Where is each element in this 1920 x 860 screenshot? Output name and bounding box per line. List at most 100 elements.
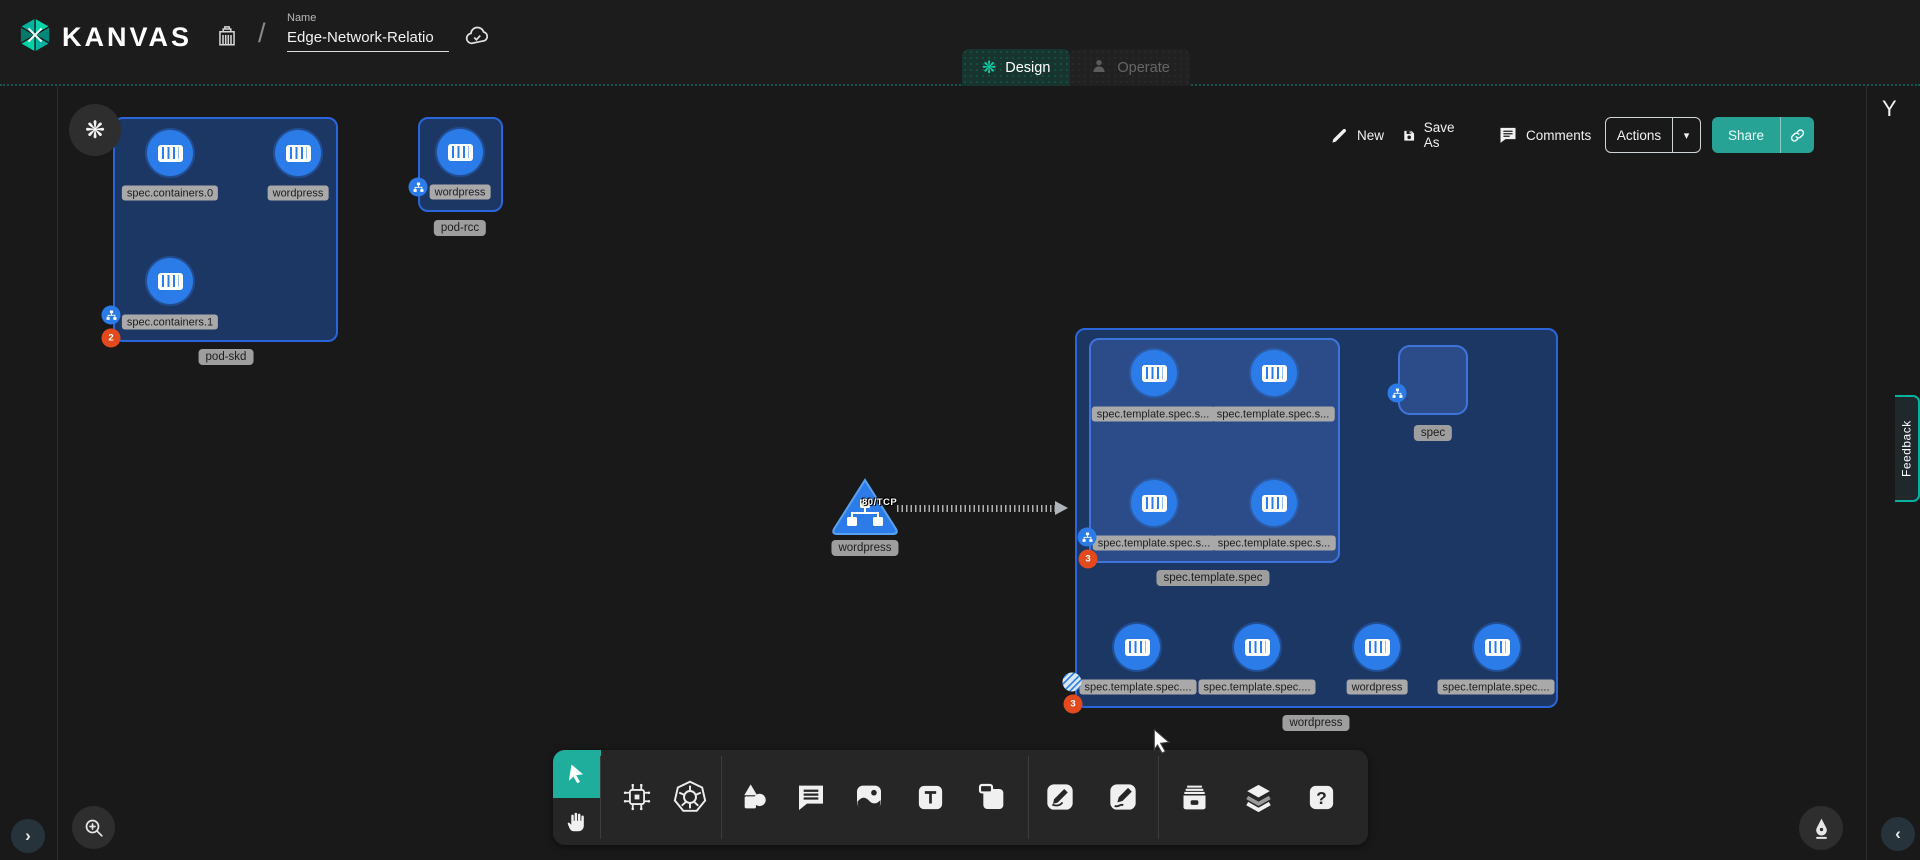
copy-link-icon[interactable] bbox=[1780, 117, 1814, 153]
node-label: wordpress bbox=[831, 540, 898, 556]
text-icon bbox=[915, 782, 946, 813]
actions-button[interactable]: Actions ▾ bbox=[1605, 117, 1701, 153]
select-tool-button[interactable] bbox=[553, 750, 601, 798]
kanvas-logo[interactable]: KANVAS bbox=[16, 16, 192, 59]
error-count-badge[interactable]: 2 bbox=[102, 329, 121, 348]
error-count-badge[interactable]: 3 bbox=[1079, 550, 1098, 569]
zoom-button[interactable] bbox=[72, 806, 115, 849]
actions-dropdown-caret[interactable]: ▾ bbox=[1672, 118, 1700, 152]
container-icon bbox=[286, 145, 311, 162]
right-strip-logo: Y bbox=[1882, 96, 1897, 122]
help-icon: ? bbox=[1306, 782, 1337, 813]
sketch-tool-button[interactable] bbox=[1099, 773, 1147, 821]
toolbar-divider bbox=[721, 756, 722, 839]
container-icon bbox=[1485, 639, 1510, 656]
container-icon bbox=[1142, 495, 1167, 512]
design-name-field[interactable]: Name Edge-Network-Relatio bbox=[287, 12, 449, 52]
node-label: spec.template.spec.s... bbox=[1093, 536, 1216, 551]
container-icon bbox=[1365, 639, 1390, 656]
help-tool-button[interactable]: ? bbox=[1297, 773, 1345, 821]
share-label: Share bbox=[1712, 128, 1780, 143]
error-count-badge[interactable]: 3 bbox=[1064, 695, 1083, 714]
container-node[interactable] bbox=[1251, 350, 1297, 396]
node-label: wordpress bbox=[268, 186, 329, 201]
drawing-mode-button[interactable] bbox=[1799, 806, 1843, 850]
container-icon bbox=[1262, 365, 1287, 382]
pod-relationship-badge[interactable] bbox=[102, 306, 121, 325]
shapes-tool-button[interactable] bbox=[730, 773, 778, 821]
floppy-icon bbox=[1402, 126, 1416, 145]
node-label: spec.template.spec.... bbox=[1438, 680, 1555, 695]
layers-tool-button[interactable] bbox=[1234, 773, 1282, 821]
container-node[interactable] bbox=[1234, 624, 1280, 670]
breadcrumb-separator: / bbox=[258, 18, 266, 49]
pen-tool-button[interactable] bbox=[1036, 773, 1084, 821]
service-edge bbox=[897, 505, 1057, 512]
drawer-icon bbox=[1178, 781, 1211, 814]
tab-design[interactable]: ❋ Design bbox=[962, 49, 1070, 86]
comment-icon bbox=[795, 781, 827, 813]
container-node[interactable] bbox=[437, 129, 483, 175]
container-node[interactable] bbox=[1131, 480, 1177, 526]
feedback-tab[interactable]: Feedback bbox=[1895, 395, 1920, 502]
container-icon bbox=[158, 145, 183, 162]
text-tool-button[interactable] bbox=[906, 773, 954, 821]
image-tool-button[interactable] bbox=[845, 773, 893, 821]
new-button[interactable]: New bbox=[1330, 117, 1384, 153]
container-node[interactable] bbox=[1114, 624, 1160, 670]
chip-icon bbox=[620, 780, 654, 814]
kubernetes-tool-button[interactable] bbox=[666, 773, 714, 821]
toolbar-divider bbox=[1028, 756, 1029, 839]
magnifier-plus-icon bbox=[82, 816, 106, 840]
design-name-label: Name bbox=[287, 12, 449, 24]
container-node[interactable] bbox=[275, 130, 321, 176]
container-node[interactable] bbox=[1131, 350, 1177, 396]
component-tool-button[interactable] bbox=[613, 773, 661, 821]
shapes-icon bbox=[738, 781, 770, 813]
container-node[interactable] bbox=[1354, 624, 1400, 670]
edge-port-label: 80/TCP bbox=[862, 497, 897, 508]
new-label: New bbox=[1357, 128, 1384, 143]
pan-tool-button[interactable] bbox=[553, 798, 601, 845]
pod-relationship-badge[interactable] bbox=[1078, 528, 1097, 547]
kanvas-app: KANVAS / Name Edge-Network-Relatio ❋ Des… bbox=[0, 0, 1920, 860]
node-label: spec.containers.1 bbox=[122, 315, 218, 330]
hand-icon bbox=[564, 809, 590, 835]
save-as-button[interactable]: Save As bbox=[1402, 117, 1460, 153]
comment-tool-button[interactable] bbox=[787, 773, 835, 821]
service-node[interactable] bbox=[830, 477, 900, 542]
deployment-relationship-badge[interactable] bbox=[1063, 673, 1082, 692]
tab-operate-label: Operate bbox=[1117, 60, 1169, 76]
cloud-sync-icon[interactable] bbox=[462, 22, 492, 55]
comments-label: Comments bbox=[1526, 128, 1591, 143]
container-node[interactable] bbox=[147, 130, 193, 176]
pod-relationship-badge[interactable] bbox=[409, 178, 428, 197]
container-icon bbox=[1125, 639, 1150, 656]
expand-right-panel-button[interactable]: ‹ bbox=[1881, 817, 1915, 851]
container-node[interactable] bbox=[1251, 480, 1297, 526]
canvas-toolbar: ? bbox=[553, 750, 1368, 845]
logo-text: KANVAS bbox=[62, 22, 192, 53]
pod-relationship-badge[interactable] bbox=[1388, 384, 1407, 403]
template-spec-group[interactable] bbox=[1089, 338, 1340, 563]
share-button[interactable]: Share bbox=[1712, 117, 1814, 153]
tab-operate[interactable]: Operate bbox=[1070, 49, 1189, 86]
pen-icon bbox=[1044, 781, 1076, 813]
meshery-spiral-button[interactable]: ❋ bbox=[69, 104, 121, 156]
header: KANVAS / Name Edge-Network-Relatio ❋ Des… bbox=[0, 0, 1920, 86]
chevron-left-icon: ‹ bbox=[1895, 824, 1901, 844]
image-icon bbox=[853, 781, 885, 813]
container-node[interactable] bbox=[147, 258, 193, 304]
container-node[interactable] bbox=[1474, 624, 1520, 670]
organization-building-icon[interactable] bbox=[214, 22, 240, 53]
container-icon bbox=[1262, 495, 1287, 512]
spec-node[interactable] bbox=[1398, 345, 1468, 415]
comments-button[interactable]: Comments bbox=[1498, 117, 1591, 153]
expand-left-panel-button[interactable]: › bbox=[11, 819, 45, 853]
design-name-input[interactable]: Edge-Network-Relatio bbox=[287, 29, 449, 52]
mode-tabs: ❋ Design Operate bbox=[962, 49, 1190, 86]
note-tool-button[interactable] bbox=[968, 773, 1016, 821]
node-label: spec.template.spec.s... bbox=[1212, 407, 1335, 422]
save-as-label: Save As bbox=[1424, 120, 1460, 150]
drawer-tool-button[interactable] bbox=[1170, 773, 1218, 821]
